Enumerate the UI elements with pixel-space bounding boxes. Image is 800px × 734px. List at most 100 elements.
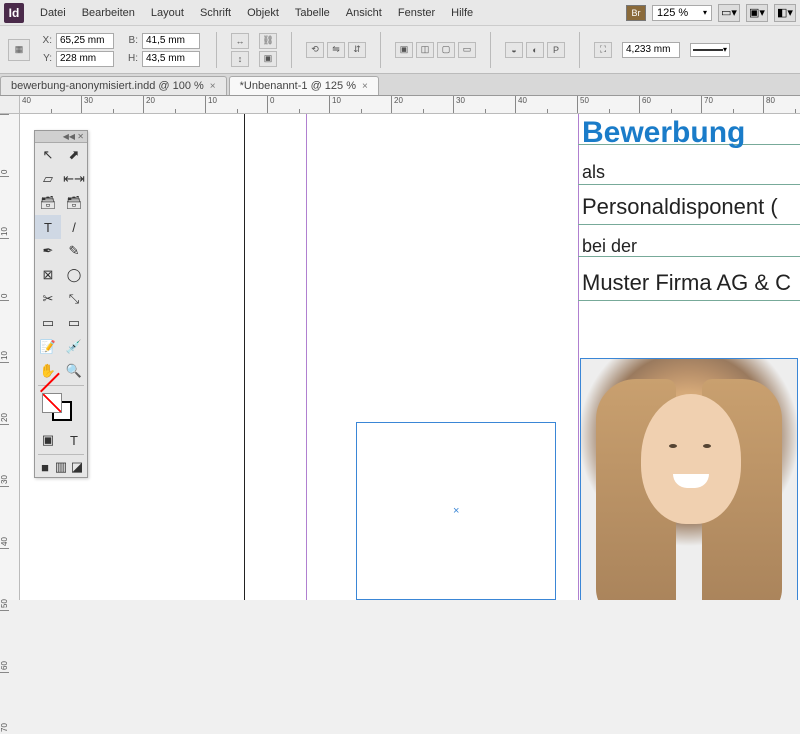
eyedropper-tool[interactable]: 💉 <box>61 335 87 359</box>
fill-frame-icon[interactable]: ▣ <box>395 42 413 58</box>
panel-collapse-icon[interactable]: ◀◀ ✕ <box>35 131 87 143</box>
body-text: bei der <box>582 236 800 257</box>
ruler-tick: 40 <box>516 96 578 113</box>
gradient-feather-tool[interactable]: ▭ <box>61 311 87 335</box>
fit-frame-icon[interactable]: ▭ <box>458 42 476 58</box>
baseline-guide <box>578 224 800 225</box>
ruler-tick: 10 <box>0 300 9 362</box>
menu-fenster[interactable]: Fenster <box>390 3 443 23</box>
content-placer-tool[interactable]: 🗃 <box>61 191 87 215</box>
fit-content-icon[interactable]: ◫ <box>416 42 434 58</box>
bridge-icon[interactable]: Br <box>626 5 646 21</box>
menu-tabelle[interactable]: Tabelle <box>287 3 338 23</box>
screen-mode-icon[interactable]: ▣▾ <box>746 4 768 22</box>
ruler-tick: 20 <box>0 362 9 424</box>
menu-hilfe[interactable]: Hilfe <box>443 3 481 23</box>
close-icon[interactable]: × <box>362 81 368 92</box>
apply-none-icon[interactable]: ◪ <box>69 459 85 475</box>
page-title: Bewerbung <box>582 116 800 150</box>
direct-selection-tool[interactable]: ⬈ <box>61 143 87 167</box>
stroke-weight-input[interactable] <box>622 42 680 58</box>
y-input[interactable] <box>56 51 114 67</box>
apply-color-icon[interactable]: ■ <box>37 459 53 475</box>
selection-tool[interactable]: ↖ <box>35 143 61 167</box>
body-text: als <box>582 162 800 183</box>
flip-v-icon[interactable]: ⇵ <box>348 42 366 58</box>
corner-options-icon[interactable]: ◒ <box>505 42 523 58</box>
ruler-tick: 10 <box>0 176 9 238</box>
center-content-icon[interactable]: ▢ <box>437 42 455 58</box>
gradient-swatch-tool[interactable]: ▭ <box>35 311 61 335</box>
ruler-tick: 0 <box>0 238 9 300</box>
view-options-icon[interactable]: ▭▾ <box>718 4 740 22</box>
scissors-tool[interactable]: ✂ <box>35 287 61 311</box>
stroke-style-select[interactable]: ▾ <box>690 43 730 57</box>
constrain-icon[interactable]: ⛓ <box>259 33 277 49</box>
rectangle-frame-tool[interactable]: ⊠ <box>35 263 61 287</box>
fill-stroke-swatch[interactable] <box>38 391 84 425</box>
h-input[interactable] <box>142 51 200 67</box>
menu-layout[interactable]: Layout <box>143 3 192 23</box>
page-tool[interactable]: ▱ <box>35 167 61 191</box>
app-icon: Id <box>4 3 24 23</box>
horizontal-ruler[interactable]: 403020100102030405060708090100110 <box>20 96 800 114</box>
pen-tool[interactable]: ✒ <box>35 239 61 263</box>
format-text-icon[interactable]: T <box>61 428 87 452</box>
ruler-tick: 60 <box>0 610 9 672</box>
rotate-icon[interactable]: ⟲ <box>306 42 324 58</box>
text-wrap-icon[interactable]: P <box>547 42 565 58</box>
y-label: Y: <box>40 53 52 64</box>
flip-h-icon[interactable]: ⇋ <box>327 42 345 58</box>
control-bar: ▦ X: Y: B: H: ↔ ↕ ⛓ ▣ ⟲ ⇋ ⇵ ▣ ◫ ▢ ▭ ◒ ◐ … <box>0 26 800 74</box>
document-tabs: bewerbung-anonymisiert.indd @ 100 % × *U… <box>0 74 800 96</box>
auto-fit-icon[interactable]: ▣ <box>259 51 277 67</box>
ruler-origin[interactable] <box>0 96 20 114</box>
format-container-icon[interactable]: ▣ <box>35 428 61 452</box>
tab-label: *Unbenannt-1 @ 125 % <box>240 80 356 92</box>
menu-objekt[interactable]: Objekt <box>239 3 287 23</box>
gap-tool[interactable]: ⇤⇥ <box>61 167 87 191</box>
canvas[interactable]: Bewerbung als Personaldisponent ( bei de… <box>20 114 800 600</box>
line-tool[interactable]: / <box>61 215 87 239</box>
scale-x-icon[interactable]: ↔ <box>231 33 249 49</box>
selected-frame[interactable]: × <box>356 422 556 600</box>
pencil-tool[interactable]: ✎ <box>61 239 87 263</box>
vertical-ruler[interactable]: 010010203040506070 <box>0 114 20 600</box>
x-input[interactable] <box>56 33 114 49</box>
page-edge-guide <box>244 114 245 600</box>
ruler-tick: 10 <box>206 96 268 113</box>
crop-icon[interactable]: ⛶ <box>594 42 612 58</box>
arrange-icon[interactable]: ◧▾ <box>774 4 796 22</box>
ruler-tick: 50 <box>0 548 9 610</box>
ruler-tick: 0 <box>0 114 9 176</box>
free-transform-tool[interactable]: ⤡ <box>61 287 87 311</box>
reference-point-icon[interactable]: ▦ <box>8 39 30 61</box>
ruler-tick: 20 <box>392 96 454 113</box>
note-tool[interactable]: 📝 <box>35 335 61 359</box>
ruler-tick: 70 <box>0 672 9 734</box>
content-collector-tool[interactable]: 🗃 <box>35 191 61 215</box>
workspace: 403020100102030405060708090100110 010010… <box>0 96 800 600</box>
effects-icon[interactable]: ◐ <box>526 42 544 58</box>
menu-bearbeiten[interactable]: Bearbeiten <box>74 3 143 23</box>
w-input[interactable] <box>142 33 200 49</box>
close-icon[interactable]: × <box>210 81 216 92</box>
zoom-level[interactable]: 125 %▾ <box>652 5 712 21</box>
menu-schrift[interactable]: Schrift <box>192 3 239 23</box>
frame-center-icon: × <box>453 505 459 517</box>
doc-tab-1[interactable]: bewerbung-anonymisiert.indd @ 100 % × <box>0 76 227 95</box>
menu-ansicht[interactable]: Ansicht <box>338 3 390 23</box>
rectangle-tool[interactable]: ◯ <box>61 263 87 287</box>
ruler-tick: 70 <box>702 96 764 113</box>
image-frame[interactable]: ⛓ <box>580 358 798 600</box>
apply-gradient-icon[interactable]: ▥ <box>53 459 69 475</box>
ruler-tick: 0 <box>268 96 330 113</box>
h-label: H: <box>126 53 138 64</box>
chevron-down-icon: ▾ <box>703 8 707 17</box>
type-tool[interactable]: T <box>35 215 61 239</box>
menu-datei[interactable]: Datei <box>32 3 74 23</box>
tab-label: bewerbung-anonymisiert.indd @ 100 % <box>11 80 204 92</box>
scale-y-icon[interactable]: ↕ <box>231 51 249 67</box>
doc-tab-2[interactable]: *Unbenannt-1 @ 125 % × <box>229 76 379 95</box>
ruler-tick: 80 <box>764 96 800 113</box>
